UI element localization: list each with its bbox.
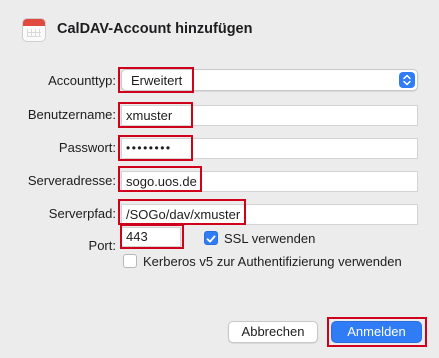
password-field[interactable]: •••••••• xyxy=(121,138,418,159)
username-label: Benutzername: xyxy=(27,107,116,122)
username-field[interactable]: xmuster xyxy=(121,105,418,126)
account-type-select[interactable]: Erweitert xyxy=(121,69,418,91)
cancel-button[interactable]: Abbrechen xyxy=(228,321,318,343)
port-label: Port: xyxy=(88,238,116,253)
ssl-checkbox[interactable] xyxy=(204,231,218,245)
server-path-label: Serverpfad: xyxy=(48,206,116,221)
server-path-field[interactable]: /SOGo/dav/xmuster xyxy=(121,204,418,225)
server-address-label: Serveradresse: xyxy=(27,173,116,188)
calendar-icon xyxy=(22,18,46,42)
dialog-title: CalDAV-Account hinzufügen xyxy=(57,21,253,37)
port-field[interactable]: 443 xyxy=(121,227,181,247)
checkmark-icon xyxy=(206,235,216,243)
account-type-label: Accounttyp: xyxy=(48,73,116,88)
server-address-field[interactable]: sogo.uos.de xyxy=(121,171,418,192)
kerberos-checkbox[interactable] xyxy=(123,254,137,268)
kerberos-label: Kerberos v5 zur Authentifizierung verwen… xyxy=(143,254,402,269)
chevron-updown-icon xyxy=(399,72,415,88)
submit-button[interactable]: Anmelden xyxy=(331,321,422,343)
password-label: Passwort: xyxy=(58,140,116,155)
account-type-value: Erweitert xyxy=(131,73,183,88)
ssl-label: SSL verwenden xyxy=(224,231,316,246)
